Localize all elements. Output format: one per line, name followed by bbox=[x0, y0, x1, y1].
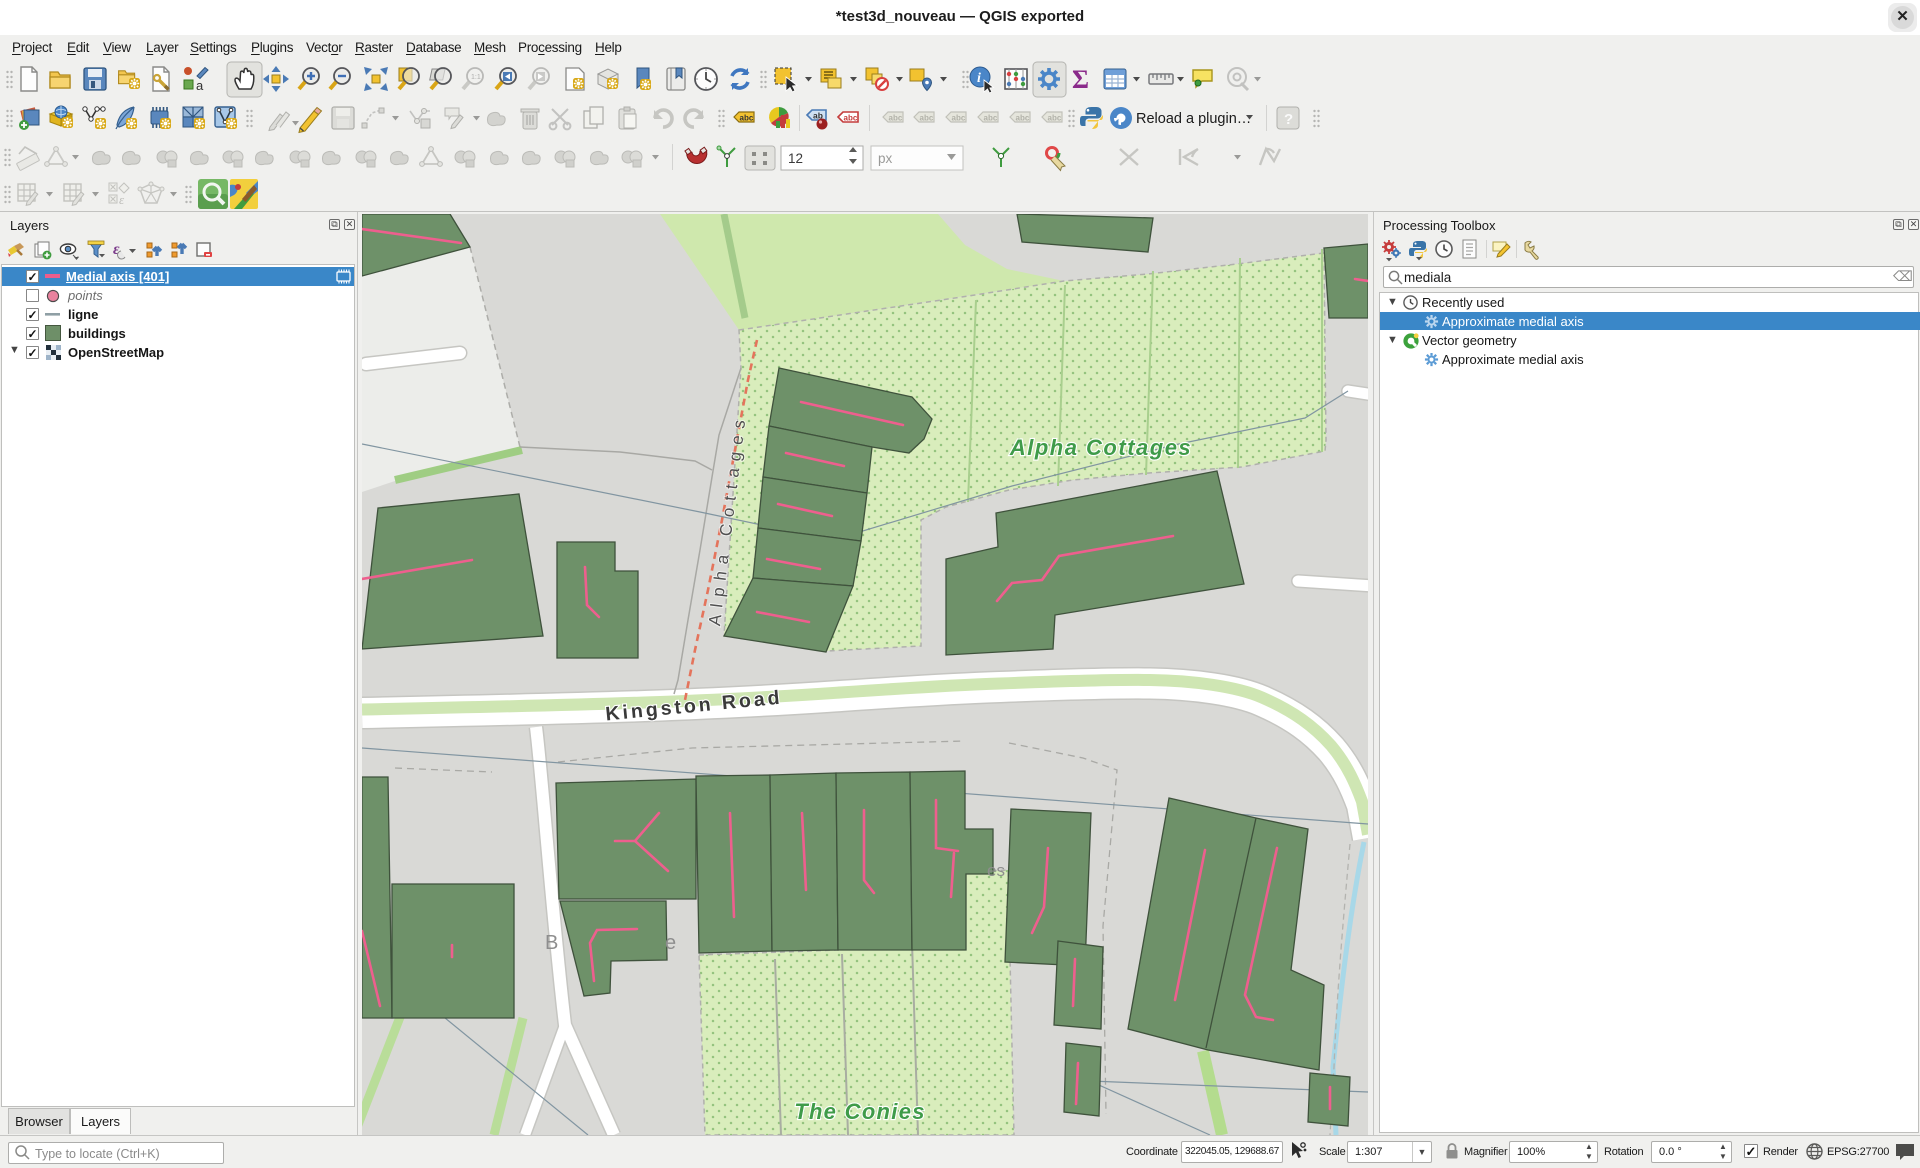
svg-text:The Conies: The Conies bbox=[794, 1099, 926, 1124]
svg-text:12: 12 bbox=[788, 151, 803, 166]
svg-text:e: e bbox=[665, 932, 676, 954]
svg-text:es: es bbox=[987, 861, 1005, 880]
svg-text:a: a bbox=[196, 78, 204, 93]
svg-text:Reload a plugin…: Reload a plugin… bbox=[1136, 111, 1251, 127]
svg-text:B: B bbox=[545, 932, 558, 954]
svg-text:px: px bbox=[878, 151, 893, 166]
svg-text:Alpha Cottages: Alpha Cottages bbox=[1009, 435, 1192, 460]
